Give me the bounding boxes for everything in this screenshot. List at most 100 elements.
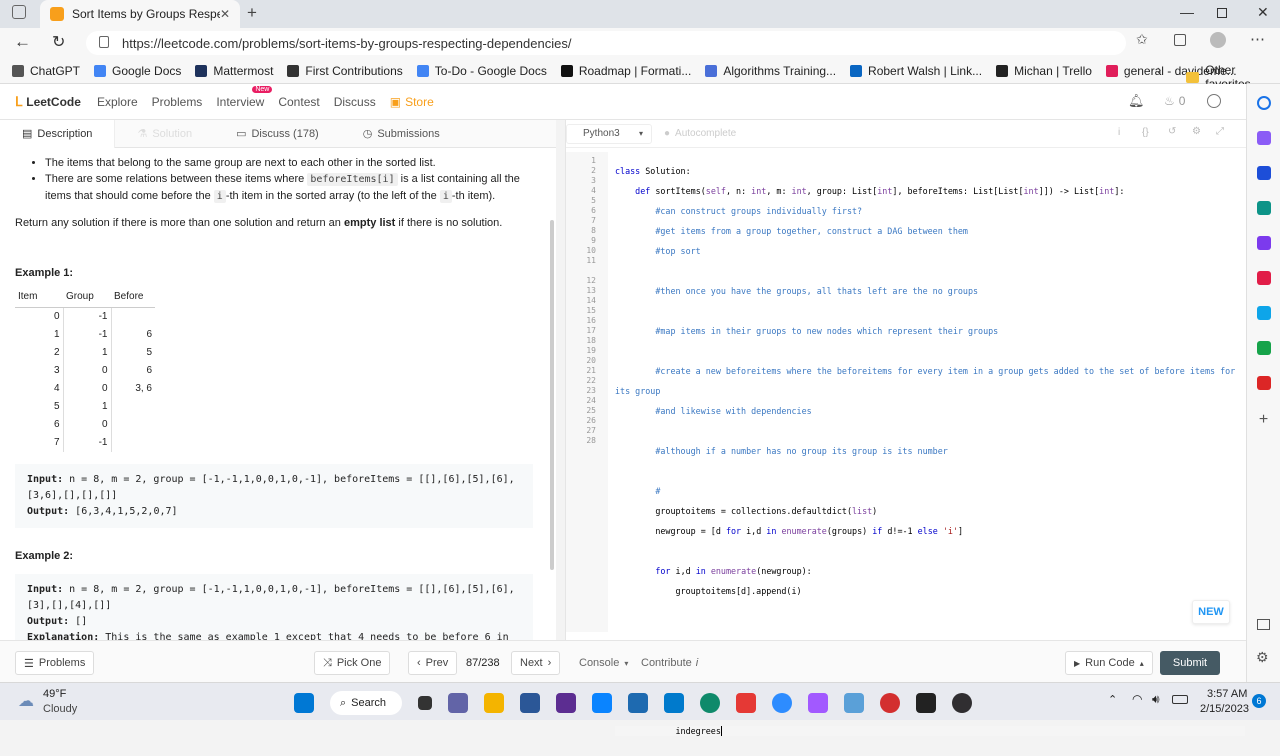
back-icon[interactable]: ← bbox=[14, 32, 31, 52]
close-tab-icon[interactable]: ✕ bbox=[220, 7, 230, 21]
anydesk-icon[interactable] bbox=[736, 693, 756, 713]
zoom-icon[interactable] bbox=[772, 693, 792, 713]
bookmark-item[interactable]: To-Do - Google Docs bbox=[416, 64, 547, 78]
add-sidebar-icon[interactable]: + bbox=[1247, 411, 1280, 429]
tab-description[interactable]: ▤ Description bbox=[0, 119, 116, 148]
panel-resizer[interactable] bbox=[556, 120, 565, 640]
new-tab-icon[interactable]: + bbox=[247, 3, 257, 23]
powershell-icon[interactable] bbox=[628, 693, 648, 713]
figma-icon[interactable] bbox=[808, 693, 828, 713]
profile-avatar[interactable] bbox=[1210, 32, 1226, 48]
photos-icon[interactable] bbox=[844, 693, 864, 713]
bell-icon[interactable]: 🔔︎ bbox=[1128, 93, 1145, 109]
leetcode-logo-icon[interactable]: ᒪ bbox=[15, 94, 22, 110]
outlook-icon[interactable] bbox=[1256, 306, 1271, 320]
tab-discuss[interactable]: ▭ Discuss (178) bbox=[214, 120, 341, 148]
console-toggle[interactable]: Console ▾ bbox=[579, 657, 628, 669]
file-explorer-icon[interactable] bbox=[484, 693, 504, 713]
battery-icon[interactable] bbox=[1172, 695, 1188, 704]
nav-contest[interactable]: Contest bbox=[278, 95, 319, 109]
contribute-link[interactable]: Contribute i bbox=[641, 657, 698, 669]
prev-button[interactable]: ‹ Prev bbox=[408, 651, 458, 675]
nav-problems[interactable]: Problems bbox=[152, 95, 203, 109]
problems-list-button[interactable]: ☰ Problems bbox=[15, 651, 95, 675]
bookmark-item[interactable]: Algorithms Training... bbox=[705, 64, 836, 78]
streak-counter[interactable]: ♨ 0 bbox=[1164, 94, 1185, 108]
pick-one-button[interactable]: ⤨ Pick One bbox=[314, 651, 391, 675]
tab-actions-icon[interactable] bbox=[12, 5, 26, 19]
sidebar-layout-icon[interactable] bbox=[1257, 619, 1270, 630]
leetcode-logo[interactable]: LeetCode bbox=[26, 95, 81, 109]
notification-badge[interactable]: 6 bbox=[1252, 694, 1266, 708]
bookmark-item[interactable]: First Contributions bbox=[287, 64, 403, 78]
office-icon[interactable] bbox=[1256, 271, 1271, 285]
weather-cloud-icon[interactable]: ☁ bbox=[18, 691, 34, 711]
vscode-icon[interactable] bbox=[664, 693, 684, 713]
nav-discuss[interactable]: Discuss bbox=[334, 95, 376, 109]
description-scrollbar[interactable] bbox=[550, 220, 554, 570]
obs-icon[interactable] bbox=[952, 693, 972, 713]
copilot-icon[interactable] bbox=[1256, 131, 1271, 145]
new-ui-button[interactable]: NEW bbox=[1192, 600, 1230, 624]
bookmark-item[interactable]: Roadmap | Formati... bbox=[560, 64, 691, 78]
user-avatar[interactable] bbox=[1207, 94, 1221, 108]
visual-studio-icon[interactable] bbox=[556, 693, 576, 713]
youtube-icon[interactable] bbox=[1256, 376, 1271, 390]
tray-chevron-icon[interactable]: ⌃ bbox=[1108, 693, 1117, 706]
autocomplete-toggle[interactable]: ● Autocomplete bbox=[664, 128, 736, 139]
submit-button[interactable]: Submit bbox=[1160, 651, 1220, 675]
more-menu-icon[interactable]: ⋯ bbox=[1250, 30, 1265, 48]
nav-interview[interactable]: Interview New bbox=[216, 85, 273, 109]
games-icon[interactable] bbox=[1256, 236, 1271, 250]
gear-icon[interactable]: ⚙ bbox=[1256, 649, 1269, 666]
bookmark-item[interactable]: Mattermost bbox=[195, 64, 273, 78]
volume-icon[interactable]: 🔊︎ bbox=[1152, 692, 1160, 707]
search-icon[interactable] bbox=[1256, 96, 1271, 110]
taskbar-search[interactable]: ⌕ Search bbox=[330, 691, 402, 715]
drop-icon[interactable] bbox=[1256, 341, 1271, 355]
app-icon[interactable] bbox=[592, 693, 612, 713]
favorites-icon[interactable]: ✩ bbox=[1136, 31, 1148, 48]
refresh-icon[interactable]: ↻ bbox=[52, 32, 65, 52]
edge-icon[interactable] bbox=[700, 693, 720, 713]
braces-icon[interactable]: {} bbox=[1142, 127, 1149, 138]
nav-store[interactable]: ▣ Store bbox=[390, 95, 434, 109]
site-info-icon[interactable] bbox=[99, 36, 109, 48]
minimize-icon[interactable]: — bbox=[1180, 4, 1194, 20]
tab-submissions[interactable]: ◷ Submissions bbox=[341, 120, 462, 148]
terminal-icon[interactable] bbox=[916, 693, 936, 713]
chevron-right-icon[interactable]: › bbox=[1157, 62, 1161, 77]
table-cell: 1 bbox=[63, 398, 112, 416]
bookmark-item[interactable]: Michan | Trello bbox=[996, 64, 1092, 78]
clock-date[interactable]: 2/15/2023 bbox=[1200, 703, 1249, 715]
bookmark-favicon-icon bbox=[1105, 64, 1118, 77]
wifi-icon[interactable]: ◠ bbox=[1132, 692, 1142, 706]
tab-solution[interactable]: ⚗ Solution bbox=[115, 120, 214, 148]
info-icon[interactable]: i bbox=[1118, 127, 1120, 138]
run-code-button[interactable]: ▶ Run Code ▴ bbox=[1065, 651, 1153, 675]
close-window-icon[interactable]: ✕ bbox=[1257, 4, 1269, 21]
store-icon[interactable] bbox=[520, 693, 540, 713]
bookmark-item[interactable]: ChatGPT bbox=[12, 64, 80, 78]
task-view-icon[interactable] bbox=[418, 696, 432, 710]
clock-time[interactable]: 3:57 AM bbox=[1207, 688, 1247, 700]
teams-icon[interactable] bbox=[448, 693, 468, 713]
collections-icon[interactable] bbox=[1174, 34, 1186, 46]
bookmark-item[interactable]: Robert Walsh | Link... bbox=[850, 64, 982, 78]
nav-explore[interactable]: Explore bbox=[97, 95, 138, 109]
weather-temp[interactable]: 49°F bbox=[43, 688, 66, 700]
next-button[interactable]: Next › bbox=[511, 651, 561, 675]
language-select[interactable]: Python3 ▾ bbox=[566, 123, 652, 144]
shopping-icon[interactable] bbox=[1256, 166, 1271, 180]
address-input[interactable]: https://leetcode.com/problems/sort-items… bbox=[86, 31, 1126, 55]
weather-desc[interactable]: Cloudy bbox=[43, 703, 77, 715]
windows-start-icon[interactable] bbox=[294, 693, 314, 713]
maximize-icon[interactable] bbox=[1217, 8, 1227, 18]
chrome-icon[interactable] bbox=[880, 693, 900, 713]
bookmark-item[interactable]: Google Docs bbox=[94, 64, 181, 78]
reset-icon[interactable]: ↺ bbox=[1168, 126, 1176, 137]
browser-tab[interactable]: Sort Items by Groups Respecting ✕ bbox=[40, 0, 240, 28]
settings-icon[interactable]: ⚙ bbox=[1192, 126, 1201, 137]
tools-icon[interactable] bbox=[1256, 201, 1271, 215]
fullscreen-icon[interactable]: ⤢ bbox=[1216, 126, 1224, 137]
